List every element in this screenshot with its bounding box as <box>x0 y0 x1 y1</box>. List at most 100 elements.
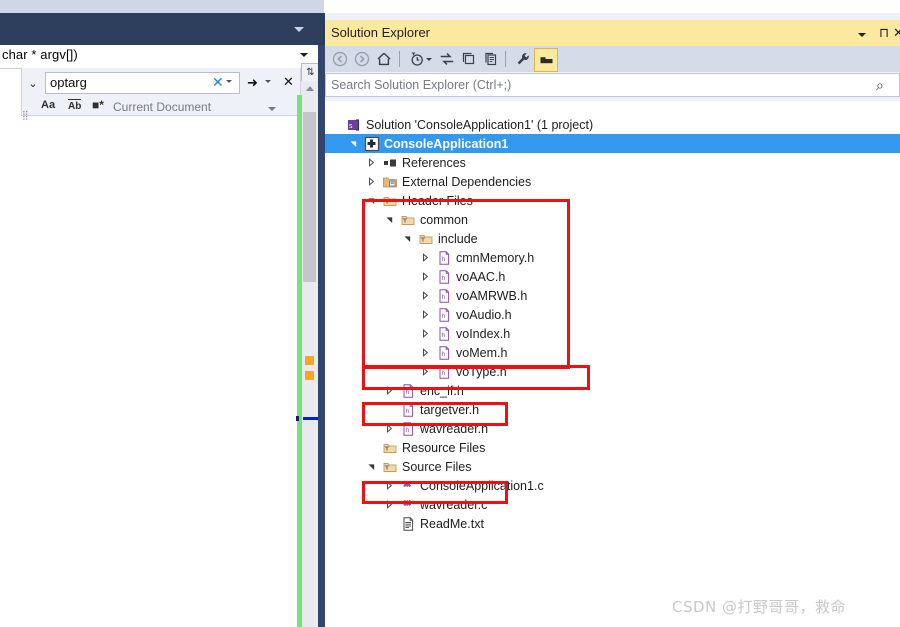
expand-chevron-icon[interactable] <box>420 310 430 320</box>
tree-item-label: Source Files <box>402 459 472 474</box>
text-file-icon <box>400 516 416 532</box>
pin-icon[interactable]: ⊓ <box>879 25 889 41</box>
tree-item-voindex-h[interactable]: h voIndex.h <box>325 324 900 343</box>
tree-item-label: voAMRWB.h <box>456 288 528 303</box>
tree-item-include[interactable]: include <box>325 229 900 248</box>
sync-with-active-document-button[interactable] <box>437 49 457 69</box>
match-case-toggle[interactable]: Aa <box>41 99 55 111</box>
collapse-all-button[interactable] <box>459 49 479 69</box>
svg-text:h: h <box>406 427 410 434</box>
tree-item-external-dependencies[interactable]: External Dependencies <box>325 172 900 191</box>
forward-button[interactable] <box>352 49 372 69</box>
tree-item-label: voAAC.h <box>456 269 506 284</box>
toolbar-separator <box>399 51 400 67</box>
find-scope-dropdown-icon[interactable] <box>268 107 276 111</box>
properties-wrench-icon[interactable] <box>513 49 533 69</box>
expand-chevron-icon[interactable] <box>384 500 394 510</box>
tree-item-enc-if-h[interactable]: h enc_if.h <box>325 381 900 400</box>
expand-chevron-icon[interactable] <box>384 424 394 434</box>
expand-chevron-icon[interactable] <box>420 348 430 358</box>
tree-item-label: enc_if.h <box>420 383 464 398</box>
header-file-icon: h <box>436 269 452 285</box>
expand-chevron-icon[interactable] <box>420 272 430 282</box>
collapse-chevron-icon[interactable] <box>384 215 394 225</box>
pane-divider[interactable] <box>318 45 325 627</box>
tree-item-consoleapplication1-c[interactable]: ConsoleApplication1.c <box>325 476 900 495</box>
properties-window-button[interactable] <box>534 48 558 72</box>
collapse-chevron-icon[interactable] <box>348 139 358 149</box>
editor-scrollbar-thumb[interactable] <box>303 112 316 282</box>
solution-tree[interactable]: s Solution 'ConsoleApplication1' (1 proje… <box>325 101 900 627</box>
home-button[interactable] <box>374 49 394 69</box>
watermark: CSDN @打野哥哥，救命 <box>672 598 847 616</box>
back-button[interactable] <box>330 49 350 69</box>
tree-item-solution-consoleapplication1-1-project[interactable]: s Solution 'ConsoleApplication1' (1 proje… <box>325 115 900 134</box>
expand-chevron-icon[interactable] <box>384 386 394 396</box>
tree-item-cmnmemory-h[interactable]: h cmnMemory.h <box>325 248 900 267</box>
tree-item-label: voAudio.h <box>456 307 512 322</box>
tree-item-source-files[interactable]: Source Files <box>325 457 900 476</box>
tree-item-readme-txt[interactable]: ReadMe.txt <box>325 514 900 533</box>
tree-item-targetver-h[interactable]: h targetver.h <box>325 400 900 419</box>
regex-toggle[interactable]: ■* <box>92 98 104 112</box>
tree-item-voaudio-h[interactable]: h voAudio.h <box>325 305 900 324</box>
find-scope-label: Current Document <box>113 100 212 114</box>
editor-nav-dropdown-icon[interactable] <box>290 13 308 45</box>
filter-folder-icon <box>418 231 434 247</box>
tree-item-label: Solution 'ConsoleApplication1' (1 projec… <box>366 117 594 132</box>
expand-chevron-icon[interactable] <box>366 158 376 168</box>
tree-item-wavreader-h[interactable]: h wavreader.h <box>325 419 900 438</box>
tree-item-wavreader-c[interactable]: wavreader.c <box>325 495 900 514</box>
expand-chevron-icon[interactable] <box>366 177 376 187</box>
header-file-icon: h <box>436 345 452 361</box>
tree-item-references[interactable]: References <box>325 153 900 172</box>
tree-item-label: References <box>402 155 466 170</box>
signature-dropdown-icon[interactable] <box>300 53 308 57</box>
tree-item-header-files[interactable]: Header Files <box>325 191 900 210</box>
pending-changes-dropdown-icon[interactable] <box>424 49 434 69</box>
expand-chevron-icon[interactable] <box>420 329 430 339</box>
collapse-chevron-icon[interactable] <box>402 234 412 244</box>
expand-chevron-icon[interactable] <box>384 481 394 491</box>
tree-item-label: ConsoleApplication1.c <box>420 478 544 493</box>
folder-dep-icon <box>382 174 398 190</box>
tree-item-voaac-h[interactable]: h voAAC.h <box>325 267 900 286</box>
svg-text:h: h <box>442 275 446 282</box>
toolbar-separator <box>505 51 506 67</box>
search-placeholder: Search Solution Explorer (Ctrl+;) <box>331 78 512 92</box>
expand-chevron-icon[interactable] <box>420 291 430 301</box>
close-find-icon[interactable]: ✕ <box>283 74 294 90</box>
svg-text:h: h <box>406 408 410 415</box>
expand-chevron-icon[interactable] <box>420 253 430 263</box>
tree-item-votype-h[interactable]: h voType.h <box>325 362 900 381</box>
expand-replace-chevron-icon[interactable]: ⌄ <box>26 76 40 90</box>
search-icon[interactable]: ⌕ <box>876 77 884 94</box>
match-whole-word-toggle[interactable]: Ab <box>68 99 82 112</box>
filter-folder-icon <box>382 193 398 209</box>
references-icon <box>382 155 398 171</box>
collapse-chevron-icon[interactable] <box>366 196 376 206</box>
filter-folder-icon <box>382 440 398 456</box>
c-file-icon <box>400 497 416 513</box>
tree-item-vomem-h[interactable]: h voMem.h <box>325 343 900 362</box>
tree-item-label: Resource Files <box>402 440 486 455</box>
close-icon[interactable]: ✕ <box>893 25 900 41</box>
show-all-files-button[interactable] <box>481 49 501 69</box>
scrollbar-marker-orange <box>305 371 314 380</box>
code-editor-pane: char * argv[]) ⌄ optarg ✕ ➜ ✕ Aa Ab ■* C… <box>0 0 324 627</box>
tree-item-resource-files[interactable]: Resource Files <box>325 438 900 457</box>
search-history-dropdown-icon[interactable] <box>226 80 232 83</box>
window-menu-caret-icon[interactable] <box>858 33 866 37</box>
svg-text:h: h <box>442 370 446 377</box>
expand-chevron-icon[interactable] <box>420 367 430 377</box>
solution-icon: s <box>346 117 362 133</box>
scroll-up-button[interactable] <box>301 81 318 95</box>
tree-item-consoleapplication1[interactable]: ConsoleApplication1 <box>325 134 900 153</box>
tree-item-voamrwb-h[interactable]: h voAMRWB.h <box>325 286 900 305</box>
find-direction-dropdown-icon[interactable] <box>265 80 271 83</box>
find-next-icon[interactable]: ➜ <box>247 75 258 91</box>
collapse-chevron-icon[interactable] <box>366 462 376 472</box>
clear-search-icon[interactable]: ✕ <box>212 74 224 91</box>
tree-item-common[interactable]: common <box>325 210 900 229</box>
find-widget-grip[interactable]: ⣿ <box>22 110 30 121</box>
